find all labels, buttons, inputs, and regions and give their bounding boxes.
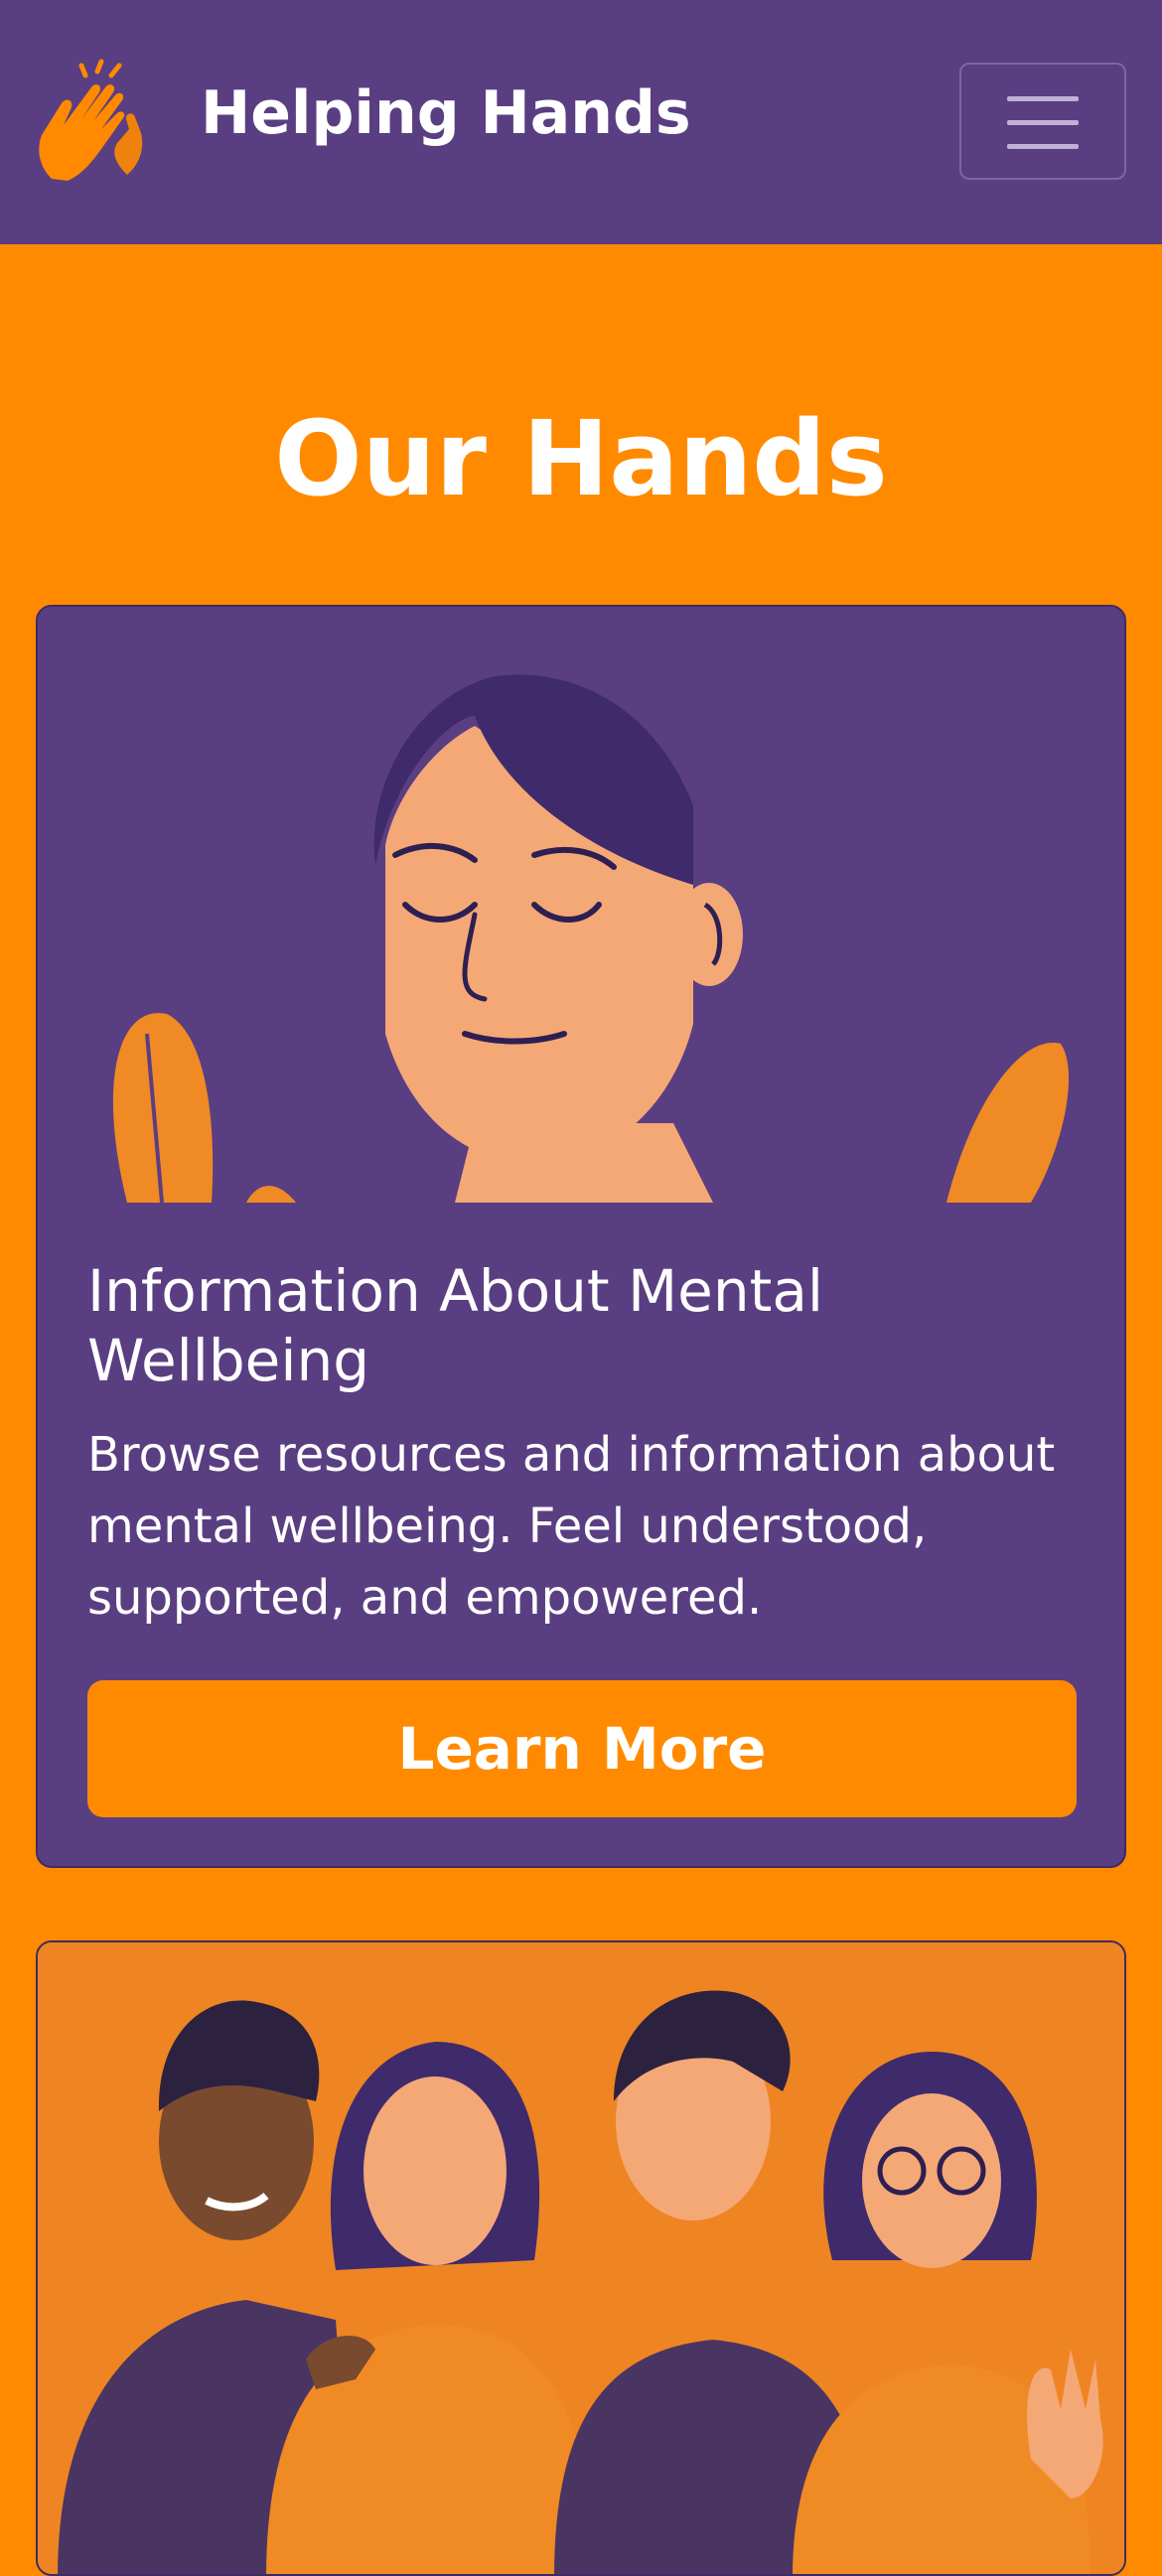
- high-five-hands-icon[interactable]: [32, 58, 161, 187]
- community-card: [36, 1940, 1126, 2576]
- wellbeing-card: Information About Mental Wellbeing Brows…: [36, 605, 1126, 1868]
- card-title: Information About Mental Wellbeing: [87, 1257, 823, 1394]
- hamburger-bar: [1007, 120, 1079, 125]
- learn-more-button[interactable]: Learn More: [87, 1680, 1077, 1817]
- hamburger-menu-icon: [1007, 96, 1079, 101]
- card-image-group-of-friends: [38, 1942, 1124, 2574]
- hamburger-bar: [1007, 144, 1079, 149]
- menu-toggle-button[interactable]: [959, 63, 1126, 180]
- page-title: Our Hands: [274, 397, 888, 519]
- card-image-calm-woman: [38, 607, 1124, 1203]
- brand-name[interactable]: Helping Hands: [201, 83, 691, 143]
- card-text: Browse resources and information about m…: [87, 1427, 1056, 1626]
- navbar: Helping Hands: [0, 0, 1162, 244]
